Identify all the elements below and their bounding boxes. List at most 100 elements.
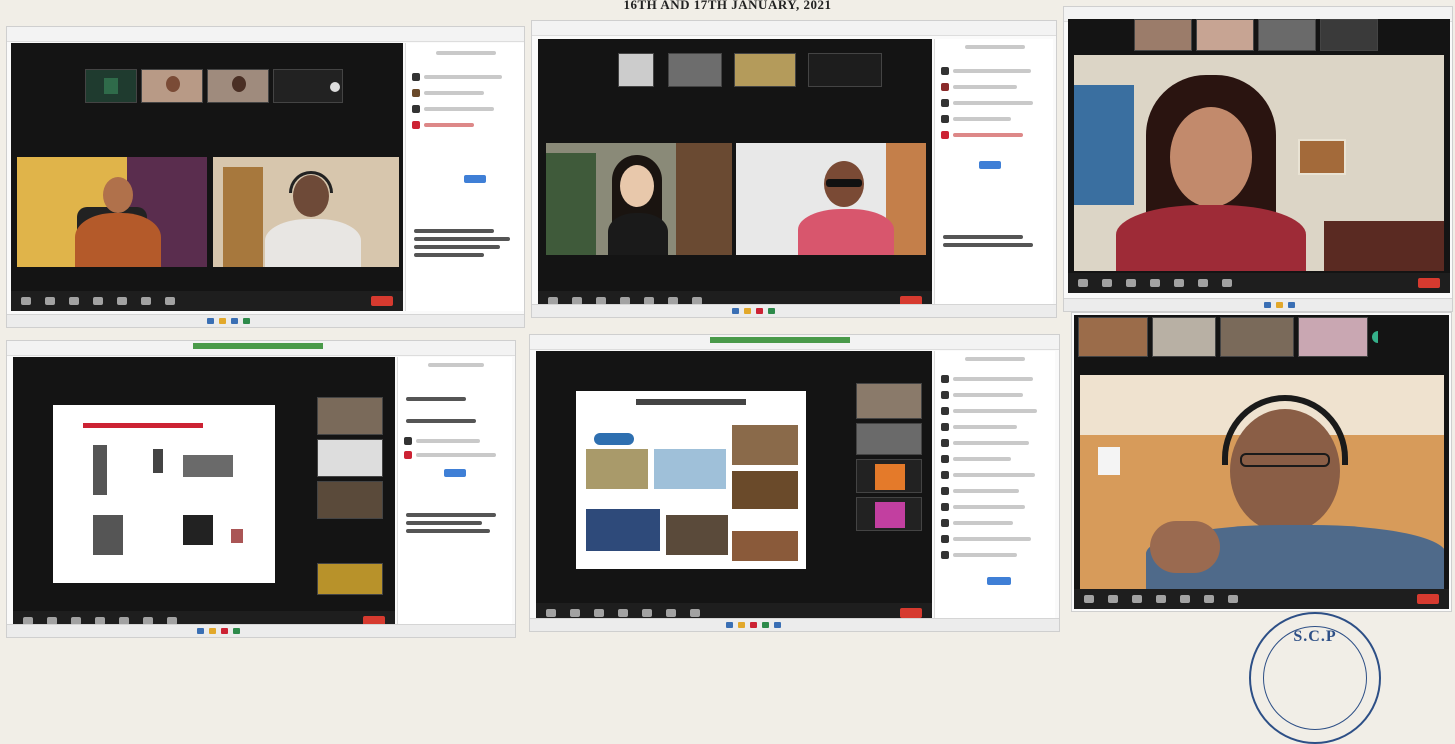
list-item[interactable] xyxy=(953,409,1037,413)
mute-icon[interactable] xyxy=(1084,595,1094,603)
taskbar-icon[interactable] xyxy=(750,622,757,628)
participant-thumbnail[interactable] xyxy=(1134,19,1192,51)
participant-thumbnail[interactable] xyxy=(1258,19,1316,51)
record-icon[interactable] xyxy=(1198,279,1208,287)
chat-icon[interactable] xyxy=(93,297,103,305)
participant-thumbnail[interactable] xyxy=(856,497,922,531)
chat-icon[interactable] xyxy=(618,609,628,617)
sidebar-button[interactable] xyxy=(444,469,466,477)
taskbar-icon[interactable] xyxy=(207,318,214,324)
list-item[interactable] xyxy=(953,457,1011,461)
taskbar-icon[interactable] xyxy=(233,628,240,634)
participant-thumbnail[interactable] xyxy=(1196,19,1254,51)
video-icon[interactable] xyxy=(570,609,580,617)
participant-video-right[interactable] xyxy=(736,143,926,255)
participants-icon[interactable] xyxy=(594,609,604,617)
participants-icon[interactable] xyxy=(69,297,79,305)
participant-thumbnail[interactable] xyxy=(1078,317,1148,357)
list-item[interactable] xyxy=(953,521,1013,525)
video-icon[interactable] xyxy=(1102,279,1112,287)
participant-thumbnail[interactable] xyxy=(207,69,269,103)
reactions-icon[interactable] xyxy=(165,297,175,305)
participant-thumbnail[interactable] xyxy=(856,423,922,455)
taskbar-icon[interactable] xyxy=(744,308,751,314)
participant-thumbnail[interactable] xyxy=(1320,19,1378,51)
participant-thumbnail[interactable] xyxy=(1298,317,1368,357)
shared-slide[interactable] xyxy=(53,405,275,583)
list-item[interactable] xyxy=(953,425,1017,429)
share-screen-icon[interactable] xyxy=(642,609,652,617)
taskbar-icon[interactable] xyxy=(738,622,745,628)
participant-video-left[interactable] xyxy=(17,157,207,267)
mute-icon[interactable] xyxy=(1078,279,1088,287)
taskbar-icon[interactable] xyxy=(243,318,250,324)
participants-icon[interactable] xyxy=(1126,279,1136,287)
taskbar-icon[interactable] xyxy=(768,308,775,314)
participants-icon[interactable] xyxy=(1132,595,1142,603)
mute-icon[interactable] xyxy=(546,609,556,617)
taskbar-icon[interactable] xyxy=(756,308,763,314)
participant-thumbnail[interactable] xyxy=(1152,317,1216,357)
list-item[interactable] xyxy=(953,117,1011,121)
list-item[interactable] xyxy=(953,85,1017,89)
taskbar-icon[interactable] xyxy=(197,628,204,634)
participant-thumbnail[interactable] xyxy=(317,481,383,519)
speaker-video[interactable] xyxy=(1074,55,1444,271)
record-icon[interactable] xyxy=(1204,595,1214,603)
participant-thumbnail[interactable] xyxy=(85,69,137,103)
list-item[interactable] xyxy=(424,91,484,95)
taskbar-icon[interactable] xyxy=(1264,302,1271,308)
list-item[interactable] xyxy=(953,393,1023,397)
participant-thumbnail[interactable] xyxy=(141,69,203,103)
share-screen-icon[interactable] xyxy=(1180,595,1190,603)
speaker-video[interactable] xyxy=(1080,375,1444,589)
sidebar-button[interactable] xyxy=(979,161,1001,169)
participant-video-right[interactable] xyxy=(213,157,399,267)
taskbar-icon[interactable] xyxy=(209,628,216,634)
list-item[interactable] xyxy=(424,123,474,127)
list-item[interactable] xyxy=(416,453,496,457)
end-meeting-button[interactable] xyxy=(900,608,922,618)
participant-thumbnail[interactable] xyxy=(668,53,722,87)
shared-slide[interactable] xyxy=(576,391,806,569)
end-meeting-button[interactable] xyxy=(1418,278,1440,288)
share-screen-icon[interactable] xyxy=(1174,279,1184,287)
participant-thumbnail[interactable] xyxy=(856,383,922,419)
taskbar-icon[interactable] xyxy=(774,622,781,628)
list-item[interactable] xyxy=(953,441,1029,445)
participant-thumbnail[interactable] xyxy=(808,53,882,87)
record-icon[interactable] xyxy=(666,609,676,617)
video-icon[interactable] xyxy=(45,297,55,305)
taskbar-icon[interactable] xyxy=(726,622,733,628)
list-item[interactable] xyxy=(953,377,1033,381)
list-item[interactable] xyxy=(953,133,1023,137)
list-item[interactable] xyxy=(416,439,480,443)
taskbar-icon[interactable] xyxy=(231,318,238,324)
participant-thumbnail[interactable] xyxy=(273,69,343,103)
participant-thumbnail[interactable] xyxy=(856,459,922,493)
taskbar-icon[interactable] xyxy=(1276,302,1283,308)
taskbar-icon[interactable] xyxy=(732,308,739,314)
taskbar-icon[interactable] xyxy=(221,628,228,634)
video-icon[interactable] xyxy=(1108,595,1118,603)
list-item[interactable] xyxy=(953,553,1017,557)
taskbar-icon[interactable] xyxy=(1288,302,1295,308)
participant-video-left[interactable] xyxy=(546,143,732,255)
share-screen-icon[interactable] xyxy=(117,297,127,305)
sidebar-button[interactable] xyxy=(464,175,486,183)
participant-thumbnail[interactable] xyxy=(734,53,796,87)
chat-icon[interactable] xyxy=(1150,279,1160,287)
taskbar-icon[interactable] xyxy=(219,318,226,324)
participant-thumbnail[interactable] xyxy=(317,563,383,595)
list-item[interactable] xyxy=(953,101,1033,105)
taskbar-icon[interactable] xyxy=(762,622,769,628)
list-item[interactable] xyxy=(424,107,494,111)
chat-icon[interactable] xyxy=(1156,595,1166,603)
mute-icon[interactable] xyxy=(21,297,31,305)
list-item[interactable] xyxy=(953,489,1019,493)
list-item[interactable] xyxy=(953,505,1025,509)
reactions-icon[interactable] xyxy=(1222,279,1232,287)
reactions-icon[interactable] xyxy=(1228,595,1238,603)
list-item[interactable] xyxy=(953,473,1035,477)
list-item[interactable] xyxy=(424,75,502,79)
